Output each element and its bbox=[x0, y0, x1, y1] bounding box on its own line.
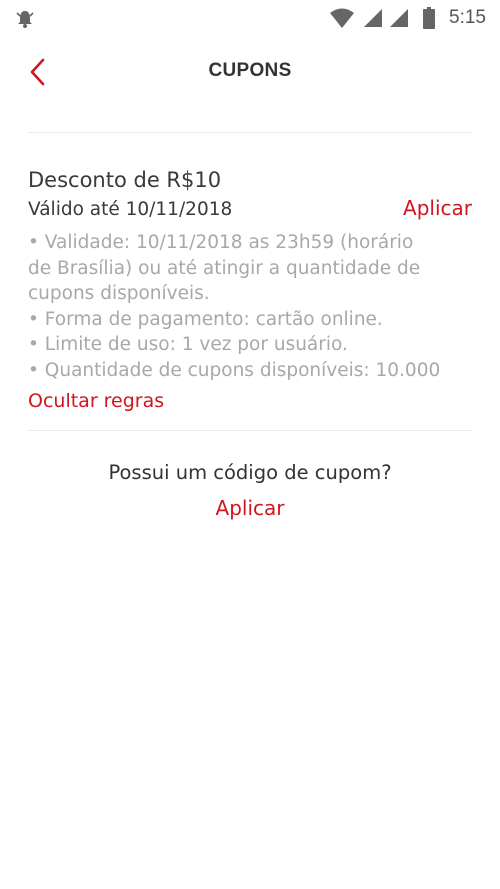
rule-line: • Limite de uso: 1 vez por usuário. bbox=[28, 334, 348, 355]
battery-icon bbox=[423, 7, 436, 29]
app-bar: CUPONS bbox=[0, 38, 500, 108]
coupon-validity: Válido até 10/11/2018 bbox=[28, 199, 233, 220]
wifi-icon bbox=[329, 7, 355, 29]
rule-line: • Forma de pagamento: cartão online. bbox=[28, 308, 383, 330]
notification-bell-icon bbox=[14, 8, 36, 30]
page-title: CUPONS bbox=[208, 60, 292, 81]
status-icons: 5:15 bbox=[329, 6, 486, 30]
rule-line: cupons disponíveis. bbox=[28, 283, 210, 304]
coupon-code-section: Possui um código de cupom? Aplicar bbox=[0, 458, 500, 525]
header-divider bbox=[28, 132, 472, 133]
rule-line: • Quantidade de cupons disponíveis: 10.0… bbox=[28, 359, 441, 381]
coupon-divider bbox=[28, 430, 472, 431]
status-bar: 5:15 bbox=[0, 0, 500, 38]
signal-icon bbox=[363, 8, 383, 28]
signal-icon bbox=[389, 8, 409, 28]
status-time: 5:15 bbox=[449, 7, 486, 28]
coupon-code-question: Possui um código de cupom? bbox=[108, 461, 392, 484]
apply-coupon-button[interactable]: Aplicar bbox=[403, 194, 472, 222]
coupon-card: Desconto de R$10 Válido até 10/11/2018 A… bbox=[28, 166, 472, 415]
hide-rules-link[interactable]: Ocultar regras bbox=[28, 387, 164, 415]
coupon-title: Desconto de R$10 bbox=[28, 168, 222, 192]
coupon-rules: • Validade: 10/11/2018 as 23h59 (horário… bbox=[28, 230, 472, 383]
rule-line: • Validade: 10/11/2018 as 23h59 (horário bbox=[28, 232, 414, 253]
apply-code-button[interactable]: Aplicar bbox=[216, 491, 285, 525]
rule-line: de Brasília) ou até atingir a quantidade… bbox=[28, 257, 421, 279]
